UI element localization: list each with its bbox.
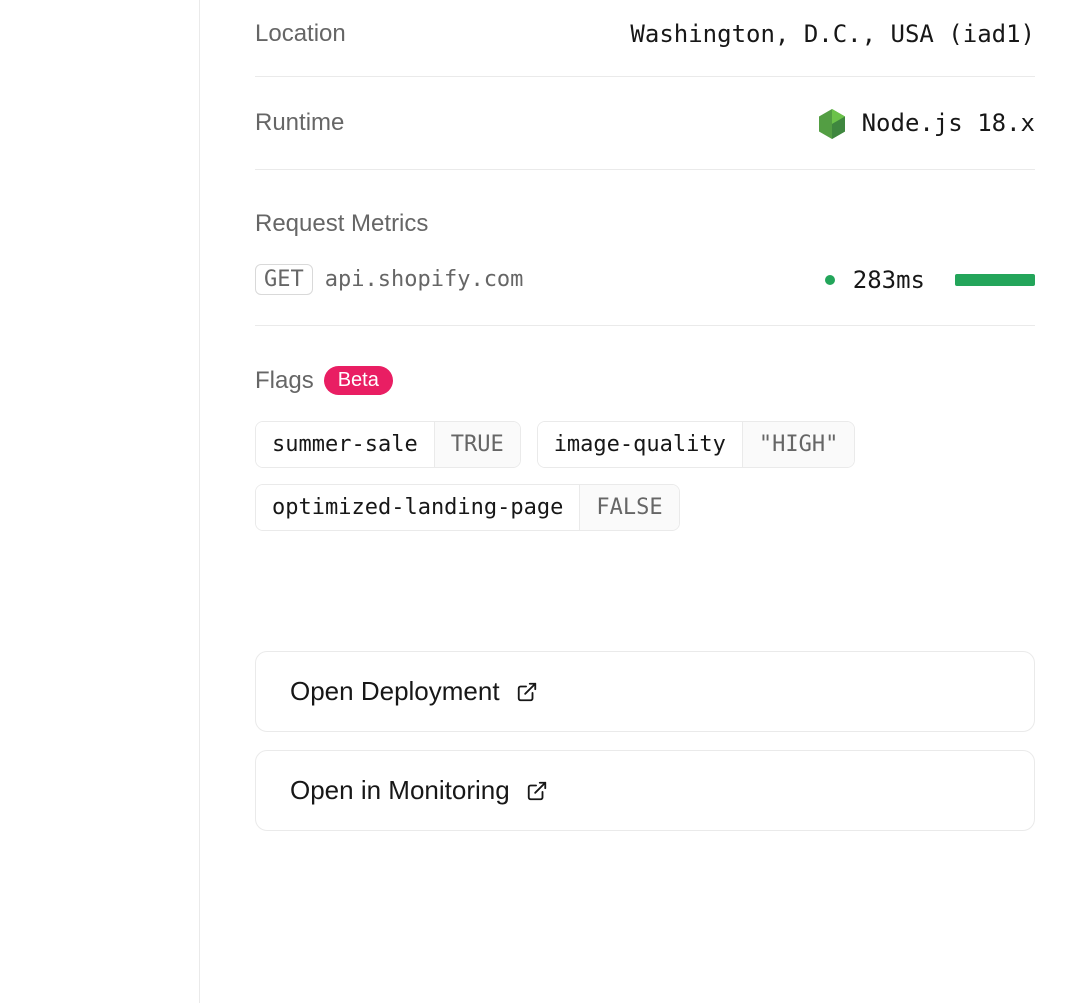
- flags-title: Flags Beta: [255, 366, 1035, 395]
- duration-bar-fill: [955, 274, 1035, 286]
- flag-value: TRUE: [434, 422, 520, 467]
- flag-optimized-landing-page[interactable]: optimized-landing-page FALSE: [255, 484, 680, 531]
- external-link-icon: [516, 681, 538, 703]
- flag-value: "HIGH": [742, 422, 854, 467]
- flag-summer-sale[interactable]: summer-sale TRUE: [255, 421, 521, 468]
- open-deployment-button[interactable]: Open Deployment: [255, 651, 1035, 732]
- duration-bar: [955, 273, 1035, 287]
- flag-name: image-quality: [538, 422, 742, 467]
- flag-image-quality[interactable]: image-quality "HIGH": [537, 421, 856, 468]
- sidebar: [0, 0, 200, 1003]
- flag-value: FALSE: [579, 485, 678, 530]
- flags-section: Flags Beta summer-sale TRUE image-qualit…: [255, 326, 1035, 571]
- request-host: api.shopify.com: [325, 267, 813, 292]
- actions: Open Deployment Open in Monitoring: [255, 651, 1035, 831]
- request-metrics-section: Request Metrics GET api.shopify.com 283m…: [255, 170, 1035, 326]
- request-metric-row: GET api.shopify.com 283ms: [255, 264, 1035, 295]
- flag-name: optimized-landing-page: [256, 485, 579, 530]
- open-monitoring-button[interactable]: Open in Monitoring: [255, 750, 1035, 831]
- open-monitoring-label: Open in Monitoring: [290, 775, 510, 806]
- http-method-tag: GET: [255, 264, 313, 295]
- request-duration: 283ms: [853, 266, 925, 294]
- request-metrics-title: Request Metrics: [255, 210, 1035, 238]
- location-value: Washington, D.C., USA (iad1): [630, 20, 1035, 48]
- external-link-icon: [526, 780, 548, 802]
- runtime-text: Node.js 18.x: [862, 109, 1035, 137]
- beta-badge: Beta: [324, 366, 393, 395]
- details-panel: Location Washington, D.C., USA (iad1) Ru…: [200, 0, 1080, 1003]
- nodejs-icon: [816, 107, 848, 139]
- runtime-label: Runtime: [255, 109, 344, 137]
- flag-list: summer-sale TRUE image-quality "HIGH" op…: [255, 421, 1035, 531]
- location-row: Location Washington, D.C., USA (iad1): [255, 0, 1035, 77]
- flag-name: summer-sale: [256, 422, 434, 467]
- open-deployment-label: Open Deployment: [290, 676, 500, 707]
- runtime-value: Node.js 18.x: [816, 107, 1035, 139]
- flags-title-text: Flags: [255, 367, 314, 395]
- runtime-row: Runtime Node.js 18.x: [255, 77, 1035, 170]
- status-dot-icon: [825, 275, 835, 285]
- location-label: Location: [255, 20, 346, 48]
